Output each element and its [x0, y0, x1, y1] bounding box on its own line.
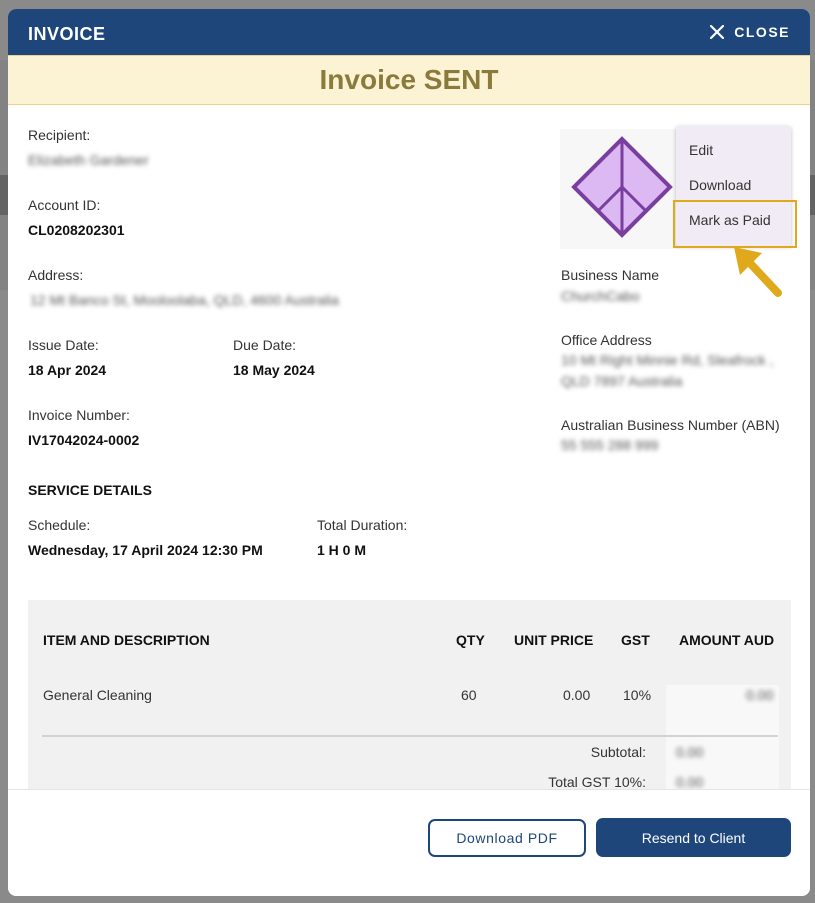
table-divider	[42, 735, 778, 737]
abn-label: Australian Business Number (ABN)	[561, 417, 780, 433]
office-address-label: Office Address	[561, 332, 652, 348]
recipient-value: Elizabeth Gardener	[28, 152, 149, 168]
schedule-label: Schedule:	[28, 517, 91, 533]
col-header-gst: GST	[621, 632, 650, 648]
office-address-line2: QLD 7897 Australia	[561, 373, 683, 389]
col-header-unit-price: UNIT PRICE	[514, 632, 594, 648]
row-amount: 0.00	[746, 687, 774, 703]
address-value: 12 Mt Banco St, Mooloolaba, QLD, 4600 Au…	[30, 292, 339, 308]
service-details-title: SERVICE DETAILS	[28, 482, 152, 498]
office-address-line1: 10 Mt Right Minnie Rd, Sleafrock ,	[561, 352, 774, 368]
issue-date-value: 18 Apr 2024	[28, 362, 107, 378]
close-button[interactable]: CLOSE	[710, 24, 790, 40]
close-label: CLOSE	[734, 24, 790, 40]
col-header-item: ITEM AND DESCRIPTION	[43, 632, 210, 648]
schedule-value: Wednesday, 17 April 2024 12:30 PM	[28, 542, 263, 558]
recipient-label: Recipient:	[28, 127, 91, 143]
invoice-number-value: IV17042024-0002	[28, 432, 140, 448]
col-header-amount: AMOUNT AUD	[679, 632, 775, 648]
status-banner: Invoice SENT	[8, 55, 810, 105]
account-id-value: CL0208202301	[28, 222, 125, 238]
duration-label: Total Duration:	[317, 517, 408, 533]
mark-paid-highlight	[673, 200, 797, 248]
due-date-value: 18 May 2024	[233, 362, 315, 378]
address-label: Address:	[28, 267, 84, 283]
row-unit-price: 0.00	[563, 687, 591, 703]
issue-date-label: Issue Date:	[28, 337, 99, 353]
footer-separator	[8, 789, 810, 790]
due-date-label: Due Date:	[233, 337, 297, 353]
invoice-modal: INVOICE CLOSE Invoice SENT Recipient: El…	[8, 9, 810, 896]
row-item: General Cleaning	[43, 687, 152, 703]
diamond-logo-icon	[571, 136, 673, 238]
abn-value: 55 555 288 999	[561, 437, 659, 453]
subtotal-value: 0.00	[676, 744, 704, 760]
business-name-label: Business Name	[561, 267, 660, 283]
duration-value: 1 H 0 M	[317, 542, 367, 558]
subtotal-label: Subtotal:	[590, 744, 646, 760]
download-pdf-button[interactable]: Download PDF	[428, 819, 586, 857]
total-gst-label: Total GST 10%:	[548, 774, 646, 790]
business-name-value: ChurchCabo	[561, 288, 640, 304]
account-id-label: Account ID:	[28, 197, 101, 213]
items-table: ITEM AND DESCRIPTION QTY UNIT PRICE GST …	[28, 600, 791, 790]
modal-title: INVOICE	[28, 23, 106, 44]
business-logo	[560, 129, 680, 249]
menu-item-download[interactable]: Download	[689, 177, 751, 193]
row-qty: 60	[461, 687, 477, 703]
arrow-pointer-icon	[734, 247, 782, 297]
invoice-number-label: Invoice Number:	[28, 407, 130, 423]
resend-to-client-button[interactable]: Resend to Client	[596, 818, 791, 857]
total-gst-value: 0.00	[676, 774, 704, 790]
close-icon	[710, 25, 725, 39]
row-gst: 10%	[623, 687, 652, 703]
col-header-qty: QTY	[456, 632, 485, 648]
modal-header: INVOICE CLOSE	[8, 9, 810, 55]
menu-item-edit[interactable]: Edit	[689, 142, 713, 158]
